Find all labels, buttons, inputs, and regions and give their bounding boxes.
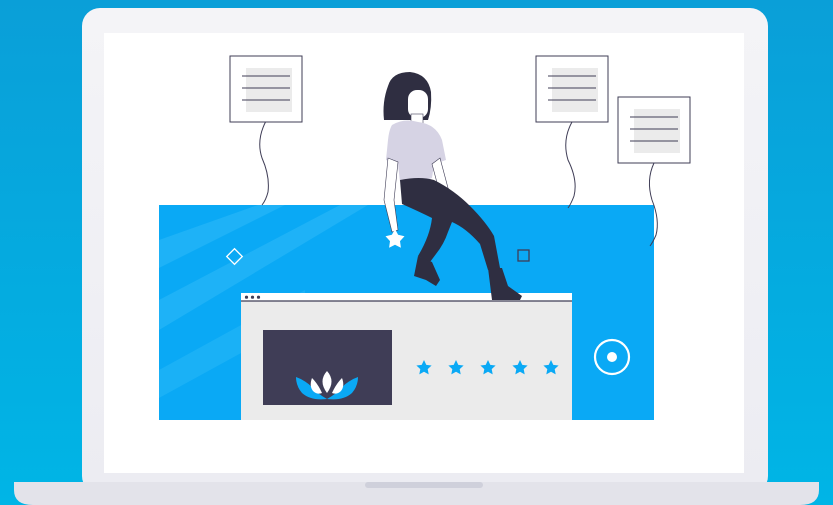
window-dot-icon: [250, 295, 255, 299]
background: [0, 0, 833, 505]
document-card: [617, 96, 691, 164]
illustration-canvas: [0, 0, 833, 505]
browser-window-titlebar: [241, 293, 572, 301]
document-card-shade: [246, 68, 292, 112]
document-card: [535, 55, 609, 123]
document-card-shade: [552, 68, 598, 112]
browser-window: [241, 293, 572, 420]
window-dot-icon: [256, 295, 261, 299]
document-card-shade: [634, 109, 680, 153]
image-placeholder: [263, 330, 392, 405]
laptop-notch: [365, 482, 483, 488]
radio-dot-icon: [607, 352, 617, 362]
document-card: [229, 55, 303, 123]
window-dot-icon: [244, 295, 249, 299]
